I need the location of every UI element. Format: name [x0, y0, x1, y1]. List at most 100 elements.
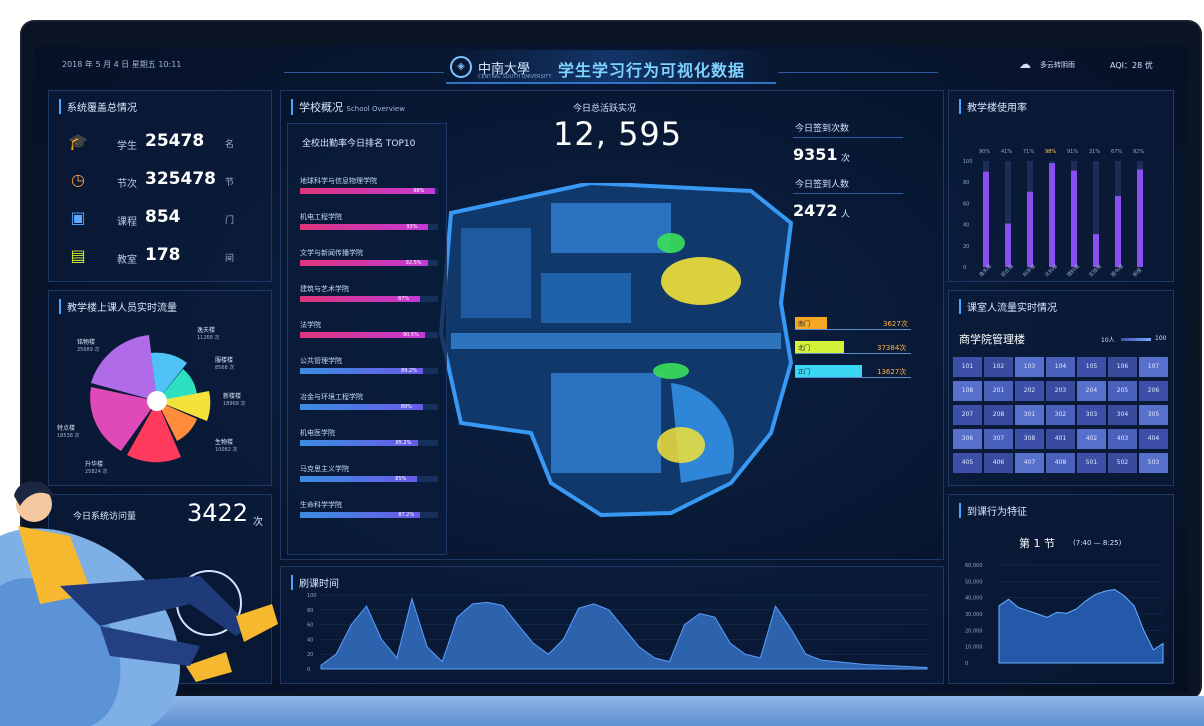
- room-cell[interactable]: 501: [1077, 453, 1106, 473]
- stat-value: 178: [145, 245, 181, 265]
- room-cell[interactable]: 108: [953, 381, 982, 401]
- header-line-right: [778, 72, 938, 73]
- stat-unit: 名: [225, 140, 235, 150]
- rose-center: [147, 391, 167, 411]
- timeline-ytick: 60: [307, 623, 313, 629]
- top10-pct: 87%: [398, 296, 410, 302]
- gate-line: [795, 377, 911, 378]
- person-illustration: [0, 481, 278, 726]
- timeline-area-chart: 0 20 40 60 80 100: [307, 593, 928, 673]
- usage-percent: 92%: [1133, 149, 1144, 155]
- flow-label: 特点楼 18538 次: [57, 425, 80, 439]
- gate-main: 正门 13627次: [795, 365, 911, 378]
- top10-name: 马克思主义学院: [300, 465, 349, 473]
- room-cell[interactable]: 307: [984, 429, 1013, 449]
- usage-percent: 98%: [1045, 149, 1056, 155]
- heat-spot: [653, 363, 689, 379]
- usage-percent: 90%: [979, 149, 990, 155]
- top10-name: 冶金与环境工程学院: [300, 393, 363, 401]
- room-cell[interactable]: 401: [1046, 429, 1075, 449]
- top10-pct: 98%: [413, 188, 425, 194]
- room-cell[interactable]: 205: [1108, 381, 1137, 401]
- top10-name: 文学与新闻传播学院: [300, 249, 363, 257]
- attendance-area-chart: 60,000 50,000 40,000 30,000 20,000 10,000 0: [965, 563, 1164, 667]
- gate-line: [795, 329, 911, 330]
- attendance-ytick: 20,000: [965, 628, 983, 634]
- timeline-ytick: 40: [307, 637, 313, 643]
- checkin-people-value: 2472: [793, 201, 838, 220]
- attendance-ytick: 30,000: [965, 612, 983, 618]
- top10-pct: 89%: [400, 404, 412, 410]
- room-cell[interactable]: 503: [1139, 453, 1168, 473]
- room-cell[interactable]: 305: [1139, 405, 1168, 425]
- top10-name: 机电医学院: [300, 429, 335, 437]
- overview-panel: 系统覆盖总情况 🎓 学生 25478 名 ◷ 节次 325478 节 ▣ 课程 …: [48, 90, 272, 282]
- room-cell[interactable]: 308: [1015, 429, 1044, 449]
- room-cell[interactable]: 204: [1077, 381, 1106, 401]
- usage-percent: 67%: [1111, 149, 1122, 155]
- attendance-ytick: 10,000: [965, 645, 983, 651]
- stat-unit: 门: [225, 216, 235, 226]
- stat-classrooms: ▤ 教室 178 间: [67, 243, 267, 273]
- room-cell[interactable]: 102: [984, 357, 1013, 377]
- room-cell[interactable]: 202: [1015, 381, 1044, 401]
- room-cell[interactable]: 306: [953, 429, 982, 449]
- stat-value: 854: [145, 207, 181, 227]
- heat-spot: [657, 427, 705, 463]
- gate-value: 13627次: [877, 368, 907, 376]
- room-cell[interactable]: 301: [1015, 405, 1044, 425]
- aqi-text: AQI：28 优: [1110, 61, 1153, 70]
- top10-name: 机电工程学院: [300, 213, 342, 221]
- room-cell[interactable]: 107: [1139, 357, 1168, 377]
- classroom-building: 商学院管理楼: [959, 333, 1025, 346]
- usage-bar: [1071, 170, 1077, 267]
- room-cell[interactable]: 405: [953, 453, 982, 473]
- room-cell[interactable]: 302: [1046, 405, 1075, 425]
- usage-bar-chart: 10080604020090%逸夫楼41%综合楼71%科学楼98%文科楼91%理…: [963, 149, 1144, 278]
- room-cell[interactable]: 502: [1108, 453, 1137, 473]
- top10-panel: 全校出勤率今日排名 TOP10 地球科学与信息物理学院 98% 机电工程学院 9…: [287, 123, 447, 555]
- room-cell[interactable]: 106: [1108, 357, 1137, 377]
- room-cell[interactable]: 408: [1046, 453, 1075, 473]
- usage-percent: 71%: [1023, 149, 1034, 155]
- room-cell[interactable]: 304: [1108, 405, 1137, 425]
- usage-bar: [1137, 169, 1143, 267]
- gate-south: 南门 3627次: [795, 317, 911, 330]
- campus-building: [541, 273, 631, 323]
- room-cell[interactable]: 105: [1077, 357, 1106, 377]
- room-cell[interactable]: 201: [984, 381, 1013, 401]
- room-cell[interactable]: 403: [1108, 429, 1137, 449]
- usage-ytick: 20: [963, 244, 969, 250]
- room-cell[interactable]: 208: [984, 405, 1013, 425]
- flow-label: 新楼楼 18968 次: [223, 393, 246, 407]
- usage-bar: [1049, 163, 1055, 267]
- room-cell[interactable]: 407: [1015, 453, 1044, 473]
- graduation-cap-icon: 🎓: [68, 132, 88, 151]
- room-cell[interactable]: 103: [1015, 357, 1044, 377]
- room-cell[interactable]: 406: [984, 453, 1013, 473]
- usage-bar: [1005, 223, 1011, 267]
- top10-pct: 87.2%: [398, 512, 415, 518]
- top10-name: 地球科学与信息物理学院: [300, 177, 377, 185]
- room-cell[interactable]: 402: [1077, 429, 1106, 449]
- room-cell[interactable]: 206: [1139, 381, 1168, 401]
- room-cell[interactable]: 104: [1046, 357, 1075, 377]
- room-cell[interactable]: 101: [953, 357, 982, 377]
- room-cell[interactable]: 303: [1077, 405, 1106, 425]
- page-title: 学生学习行为可视化数据: [558, 61, 746, 80]
- top10-name: 建筑与艺术学院: [300, 285, 349, 293]
- timeline-area: [320, 596, 928, 670]
- room-cell[interactable]: 203: [1046, 381, 1075, 401]
- heat-spot: [657, 233, 685, 253]
- gate-north: 北门 37384次: [795, 341, 911, 354]
- campus-map: [438, 183, 794, 518]
- stat-students: 🎓 学生 25478 名: [67, 129, 267, 159]
- room-cell[interactable]: 404: [1139, 429, 1168, 449]
- top10-item: 机电医学院 85.2%: [300, 428, 438, 458]
- active-value: 12, 595: [553, 115, 683, 153]
- timeline-ytick: 100: [307, 593, 317, 599]
- classroom-panel: 课室人流量实时情况 商学院管理楼 10人 100 101 102 103 104 105…: [948, 290, 1174, 486]
- room-cell[interactable]: 207: [953, 405, 982, 425]
- top10-pct: 92.5%: [405, 260, 422, 266]
- attendance-ytick: 60,000: [965, 563, 983, 569]
